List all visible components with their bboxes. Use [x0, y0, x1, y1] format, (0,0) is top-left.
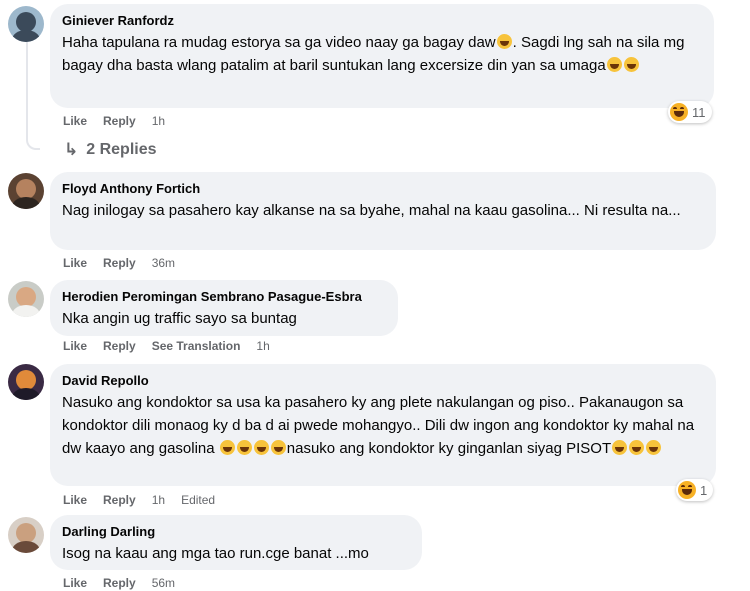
- comment-text: Isog na kaau ang mga tao run.cge banat .…: [62, 545, 369, 562]
- replies-count: 2 Replies: [86, 141, 157, 158]
- reaction-count: 11: [692, 104, 706, 120]
- laugh-emoji-icon: [623, 57, 639, 72]
- like-button[interactable]: Like: [63, 575, 87, 591]
- comment-bubble: Floyd Anthony Fortich Nag inilogay sa pa…: [50, 172, 716, 250]
- comment-actions: Like Reply 1h Edited: [63, 492, 215, 508]
- haha-reaction-icon: [670, 103, 688, 121]
- avatar-face: [16, 287, 36, 307]
- avatar-body: [12, 541, 40, 553]
- reply-button[interactable]: Reply: [103, 255, 136, 271]
- avatar[interactable]: [8, 173, 44, 209]
- comment-timestamp[interactable]: 1h: [152, 492, 165, 508]
- thread-connector: [26, 42, 40, 150]
- comment-timestamp[interactable]: 56m: [152, 575, 175, 591]
- avatar[interactable]: [8, 6, 44, 42]
- avatar[interactable]: [8, 517, 44, 553]
- like-button[interactable]: Like: [63, 338, 87, 354]
- comment-timestamp[interactable]: 1h: [256, 338, 269, 354]
- comment-timestamp[interactable]: 36m: [152, 255, 175, 271]
- avatar-face: [16, 523, 36, 543]
- haha-reaction-icon: [678, 481, 696, 499]
- reaction-count: 1: [700, 482, 708, 498]
- avatar[interactable]: [8, 281, 44, 317]
- rofl-emoji-icon: [646, 440, 662, 455]
- like-button[interactable]: Like: [63, 113, 87, 129]
- comment-bubble: Giniever Ranfordz Haha tapulana ra mudag…: [50, 4, 714, 108]
- reaction-badge[interactable]: 1: [676, 479, 714, 501]
- comment-text-part: Haha tapulana ra mudag estorya sa ga vid…: [62, 34, 496, 51]
- avatar-body: [12, 305, 40, 317]
- comment-bubble: Darling Darling Isog na kaau ang mga tao…: [50, 515, 422, 570]
- reaction-badge[interactable]: 11: [668, 101, 712, 123]
- rofl-emoji-icon: [270, 440, 286, 455]
- avatar-face: [16, 12, 36, 32]
- edited-label: Edited: [181, 493, 216, 507]
- comment-text: Nag inilogay sa pasahero kay alkanse na …: [62, 202, 681, 219]
- avatar-body: [12, 30, 40, 42]
- comment-text: Haha tapulana ra mudag estorya sa ga vid…: [62, 31, 702, 77]
- avatar-face: [16, 370, 36, 390]
- comment-actions: Like Reply 56m: [63, 575, 175, 591]
- comment-timestamp[interactable]: 1h: [152, 113, 165, 129]
- avatar[interactable]: [8, 364, 44, 400]
- view-replies-button[interactable]: ↳ 2 Replies: [64, 140, 157, 160]
- avatar-body: [12, 388, 40, 400]
- rofl-emoji-icon: [236, 440, 252, 455]
- comment-author[interactable]: Darling Darling: [62, 523, 410, 540]
- avatar-face: [16, 179, 36, 199]
- reply-arrow-icon: ↳: [64, 140, 79, 159]
- see-translation-button[interactable]: See Translation: [152, 338, 241, 354]
- rofl-emoji-icon: [612, 440, 628, 455]
- reply-button[interactable]: Reply: [103, 113, 136, 129]
- like-button[interactable]: Like: [63, 255, 87, 271]
- comment-text: Nka angin ug traffic sayo sa buntag: [62, 310, 297, 327]
- rofl-emoji-icon: [219, 440, 235, 455]
- comment-bubble: Herodien Peromingan Sembrano Pasague-Esb…: [50, 280, 398, 336]
- comment-author[interactable]: David Repollo: [62, 372, 704, 389]
- comment-text: Nasuko ang kondoktor sa usa ka pasahero …: [62, 391, 704, 460]
- like-button[interactable]: Like: [63, 492, 87, 508]
- comment-actions: Like Reply See Translation 1h: [63, 338, 270, 354]
- rofl-emoji-icon: [629, 440, 645, 455]
- reply-button[interactable]: Reply: [103, 492, 136, 508]
- comment-author[interactable]: Herodien Peromingan Sembrano Pasague-Esb…: [62, 288, 386, 305]
- comment-actions: Like Reply 36m: [63, 255, 175, 271]
- comment-bubble: David Repollo Nasuko ang kondoktor sa us…: [50, 364, 716, 486]
- reply-button[interactable]: Reply: [103, 338, 136, 354]
- comment-author[interactable]: Floyd Anthony Fortich: [62, 180, 704, 197]
- avatar-body: [12, 197, 40, 209]
- comment-text-part: nasuko ang kondoktor ky ginganlan siyag …: [286, 440, 612, 457]
- comment-author[interactable]: Giniever Ranfordz: [62, 12, 702, 29]
- rofl-emoji-icon: [253, 440, 269, 455]
- comment-actions: Like Reply 1h: [63, 113, 165, 129]
- grin-emoji-icon: [496, 34, 512, 49]
- reply-button[interactable]: Reply: [103, 575, 136, 591]
- grin-emoji-icon: [606, 57, 622, 72]
